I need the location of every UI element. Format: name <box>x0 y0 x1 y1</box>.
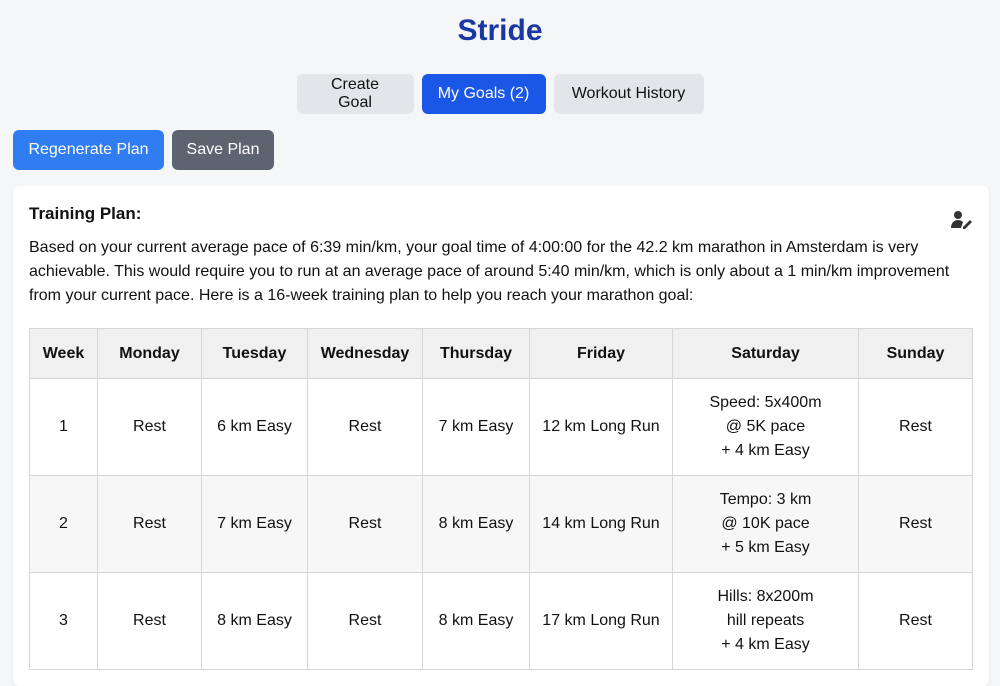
table-row: 3 Rest 8 km Easy Rest 8 km Easy 17 km Lo… <box>29 572 973 670</box>
plan-actions: Regenerate Plan Save Plan <box>13 130 274 170</box>
wednesday-cell: Rest <box>307 475 423 573</box>
tuesday-cell: 6 km Easy <box>201 378 308 476</box>
friday-cell: 14 km Long Run <box>529 475 673 573</box>
saturday-line: + 4 km Easy <box>721 636 810 653</box>
table-header-row: Week Monday Tuesday Wednesday Thursday F… <box>29 328 973 379</box>
saturday-cell: Hills: 8x200m hill repeats + 4 km Easy <box>672 572 859 670</box>
table-row: 1 Rest 6 km Easy Rest 7 km Easy 12 km Lo… <box>29 378 973 476</box>
sunday-cell: Rest <box>858 378 973 476</box>
saturday-cell: Tempo: 3 km @ 10K pace + 5 km Easy <box>672 475 859 573</box>
col-week: Week <box>29 328 98 379</box>
saturday-line: + 5 km Easy <box>721 539 810 556</box>
saturday-line: Hills: 8x200m <box>717 588 814 605</box>
monday-cell: Rest <box>97 572 202 670</box>
col-thursday: Thursday <box>422 328 530 379</box>
week-cell: 2 <box>29 475 98 573</box>
monday-cell: Rest <box>97 475 202 573</box>
table-row: 2 Rest 7 km Easy Rest 8 km Easy 14 km Lo… <box>29 475 973 573</box>
sunday-cell: Rest <box>858 475 973 573</box>
col-saturday: Saturday <box>672 328 859 379</box>
week-cell: 1 <box>29 378 98 476</box>
app-title: Stride <box>457 14 543 47</box>
col-monday: Monday <box>97 328 202 379</box>
friday-cell: 12 km Long Run <box>529 378 673 476</box>
wednesday-cell: Rest <box>307 378 423 476</box>
saturday-line: @ 5K pace <box>725 418 806 435</box>
col-friday: Friday <box>529 328 673 379</box>
thursday-cell: 8 km Easy <box>422 475 530 573</box>
tab-create-goal[interactable]: Create Goal <box>296 74 414 114</box>
tuesday-cell: 7 km Easy <box>201 475 308 573</box>
week-cell: 3 <box>29 572 98 670</box>
plan-description: Based on your current average pace of 6:… <box>29 239 950 304</box>
saturday-line: hill repeats <box>726 612 805 629</box>
col-tuesday: Tuesday <box>201 328 308 379</box>
wednesday-cell: Rest <box>307 572 423 670</box>
col-sunday: Sunday <box>858 328 973 379</box>
plan-heading: Training Plan: <box>29 204 142 223</box>
tab-my-goals[interactable]: My Goals (2) <box>421 74 546 114</box>
tab-bar: Create Goal My Goals (2) Workout History <box>0 74 1000 114</box>
saturday-line: + 4 km Easy <box>721 442 810 459</box>
thursday-cell: 7 km Easy <box>422 378 530 476</box>
regenerate-plan-button[interactable]: Regenerate Plan <box>13 130 164 170</box>
thursday-cell: 8 km Easy <box>422 572 530 670</box>
training-plan-card: Training Plan: Based on your current ave… <box>13 186 989 686</box>
col-wednesday: Wednesday <box>307 328 423 379</box>
training-plan-table: Week Monday Tuesday Wednesday Thursday F… <box>29 328 973 670</box>
tab-workout-history[interactable]: Workout History <box>553 74 704 114</box>
tuesday-cell: 8 km Easy <box>201 572 308 670</box>
sunday-cell: Rest <box>858 572 973 670</box>
saturday-cell: Speed: 5x400m @ 5K pace + 4 km Easy <box>672 378 859 476</box>
save-plan-button[interactable]: Save Plan <box>172 130 274 170</box>
saturday-line: Speed: 5x400m <box>709 394 822 411</box>
friday-cell: 17 km Long Run <box>529 572 673 670</box>
user-edit-icon[interactable] <box>951 210 973 230</box>
saturday-line: @ 10K pace <box>721 515 810 532</box>
saturday-line: Tempo: 3 km <box>719 491 812 508</box>
monday-cell: Rest <box>97 378 202 476</box>
